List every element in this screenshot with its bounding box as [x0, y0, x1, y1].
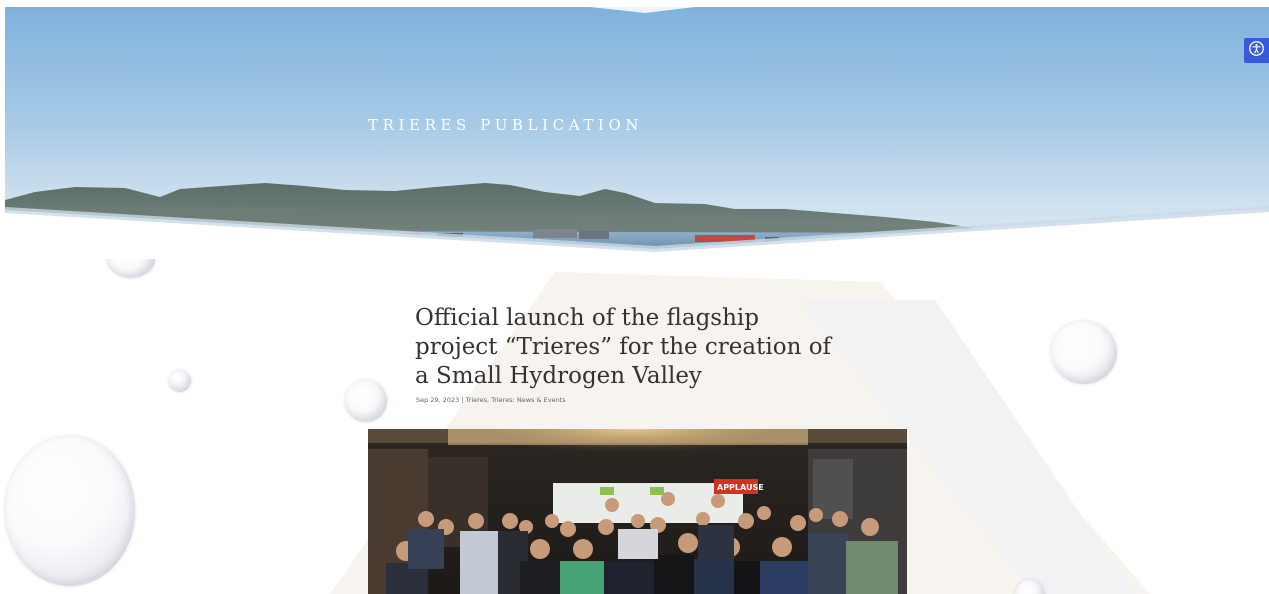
bubble-decoration [169, 370, 191, 392]
article-title: Official launch of the flagship project … [415, 305, 832, 389]
category-link-news-events[interactable]: Trieres: News & Events [491, 396, 565, 404]
accessibility-button[interactable] [1244, 38, 1269, 63]
post-date: Sep 29, 2023 [416, 396, 460, 404]
bubble-decoration [345, 380, 387, 422]
accessibility-icon [1249, 41, 1264, 60]
group-photo: APPLAUSE [368, 429, 907, 594]
bubble-decoration [1051, 321, 1117, 384]
hero-title: TRIERES PUBLICATION [368, 116, 644, 134]
post-meta: Sep 29, 2023 | Trieres, Trieres: News & … [416, 396, 566, 404]
page: TRIERES PUBLICATION Official launch of t… [0, 0, 1269, 594]
category-link-trieres[interactable]: Trieres [466, 396, 487, 404]
bubble-decoration [5, 436, 135, 586]
hero-banner: TRIERES PUBLICATION [5, 7, 1269, 259]
featured-image: APPLAUSE [368, 429, 907, 594]
applause-sign: APPLAUSE [717, 483, 764, 492]
